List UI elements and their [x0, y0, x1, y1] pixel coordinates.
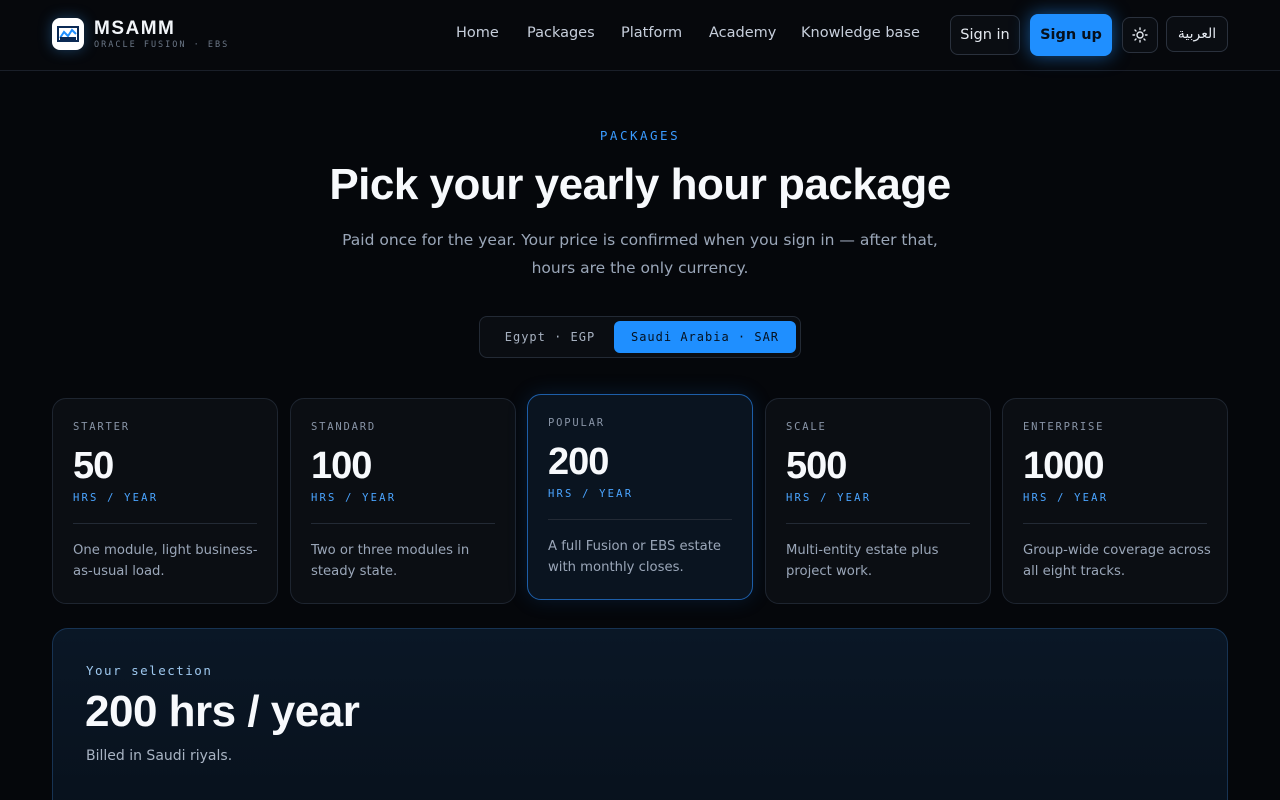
section-eyebrow: PACKAGES — [599, 128, 681, 143]
nav-item-knowledge-base[interactable]: Knowledge base — [801, 25, 920, 41]
package-card-popular[interactable]: POPULAR 200 HRS / YEAR A full Fusion or … — [527, 394, 753, 600]
package-hours: 500 — [786, 445, 847, 487]
card-divider — [1023, 523, 1207, 524]
package-tier: SCALE — [786, 421, 827, 433]
sun-icon — [1132, 27, 1148, 43]
package-tier: POPULAR — [548, 417, 605, 429]
nav-item-packages[interactable]: Packages — [527, 25, 595, 41]
nav-item-academy[interactable]: Academy — [709, 25, 776, 41]
package-unit: HRS / YEAR — [548, 488, 634, 500]
package-description: Two or three modules in steady state. — [311, 543, 470, 579]
package-hours: 1000 — [1023, 445, 1105, 487]
card-divider — [548, 519, 732, 520]
package-card-enterprise[interactable]: ENTERPRISE 1000 HRS / YEAR Group-wide co… — [1002, 398, 1228, 604]
package-unit: HRS / YEAR — [73, 492, 159, 504]
nav-item-home[interactable]: Home — [456, 25, 499, 41]
package-tier: STARTER — [73, 421, 130, 433]
selection-billing-note: Billed in Saudi riyals. — [86, 748, 233, 764]
card-divider — [311, 523, 495, 524]
package-card-standard[interactable]: STANDARD 100 HRS / YEAR Two or three mod… — [290, 398, 516, 604]
package-hours: 200 — [548, 441, 609, 483]
package-tier: ENTERPRISE — [1023, 421, 1105, 433]
page-subtitle: Paid once for the year. Your price is co… — [342, 231, 938, 277]
language-switch-button[interactable]: العربية — [1166, 16, 1228, 52]
page-title: Pick your yearly hour package — [329, 160, 951, 209]
currency-option-sar[interactable]: Saudi Arabia · SAR — [614, 321, 796, 353]
card-divider — [786, 523, 970, 524]
selection-value: 200 hrs / year — [85, 687, 360, 736]
selection-summary-panel: Your selection 200 hrs / year Billed in … — [52, 628, 1228, 800]
sign-up-button[interactable]: Sign up — [1030, 14, 1112, 56]
package-unit: HRS / YEAR — [311, 492, 397, 504]
currency-toggle: Egypt · EGP Saudi Arabia · SAR — [479, 316, 801, 358]
top-navigation-bar: MSAMM ORACLE FUSION · EBS Home Packages … — [0, 0, 1280, 71]
package-description: Group-wide coverage across all eight tra… — [1023, 543, 1211, 579]
sign-in-button[interactable]: Sign in — [950, 15, 1020, 55]
package-description: A full Fusion or EBS estate with monthly… — [548, 539, 722, 575]
package-unit: HRS / YEAR — [786, 492, 872, 504]
currency-option-egp[interactable]: Egypt · EGP — [486, 321, 614, 353]
nav-item-platform[interactable]: Platform — [621, 25, 682, 41]
package-description: Multi-entity estate plus project work. — [786, 543, 939, 579]
package-card-starter[interactable]: STARTER 50 HRS / YEAR One module, light … — [52, 398, 278, 604]
selection-label: Your selection — [86, 663, 213, 678]
package-unit: HRS / YEAR — [1023, 492, 1109, 504]
theme-toggle-button[interactable] — [1122, 17, 1158, 53]
package-tier: STANDARD — [311, 421, 376, 433]
package-card-scale[interactable]: SCALE 500 HRS / YEAR Multi-entity estate… — [765, 398, 991, 604]
package-hours: 50 — [73, 445, 114, 487]
package-description: One module, light business-as-usual load… — [73, 543, 258, 579]
card-divider — [73, 523, 257, 524]
package-hours: 100 — [311, 445, 372, 487]
